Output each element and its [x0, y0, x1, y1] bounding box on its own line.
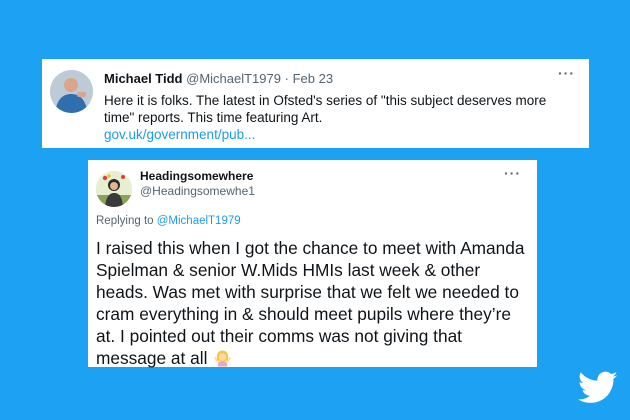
replying-to: Replying to @MichaelT1979 [96, 215, 241, 227]
dot-separator: · [284, 71, 289, 86]
tweet-date[interactable]: Feb 23 [293, 71, 333, 86]
person-shrugging-emoji [214, 350, 232, 367]
tweet-card-headingsomewhere[interactable]: Headingsomewhere @Headingsomewhe1 ··· Re… [88, 160, 537, 369]
author-name[interactable]: Michael Tidd [104, 71, 183, 86]
avatar-headingsomewhere[interactable] [96, 171, 132, 207]
twitter-bird-icon [578, 371, 618, 403]
tweet-text: Here it is folks. The latest in Ofsted's… [104, 93, 547, 125]
more-options-icon[interactable]: ··· [504, 165, 521, 181]
tweet-header: Michael Tidd @MichaelT1979 · Feb 23 [104, 71, 333, 86]
replying-to-label: Replying to [96, 215, 157, 227]
avatar-image [50, 70, 93, 113]
tweet-text-container: I raised this when I got the chance to m… [96, 237, 532, 369]
avatar-michael-tidd[interactable] [50, 70, 93, 113]
author-handle[interactable]: @Headingsomewhe1 [140, 184, 255, 198]
author-handle[interactable]: @MichaelT1979 [186, 71, 281, 86]
replying-to-handle[interactable]: @MichaelT1979 [157, 215, 241, 227]
avatar-image [96, 171, 132, 207]
tweet-card-michael-tidd[interactable]: Michael Tidd @MichaelT1979 · Feb 23 ··· … [42, 59, 589, 148]
author-name[interactable]: Headingsomewhere [140, 169, 253, 183]
tweet-link[interactable]: gov.uk/government/pub... [104, 127, 255, 142]
tweet-text: I raised this when I got the chance to m… [96, 238, 525, 368]
more-options-icon[interactable]: ··· [558, 65, 575, 81]
